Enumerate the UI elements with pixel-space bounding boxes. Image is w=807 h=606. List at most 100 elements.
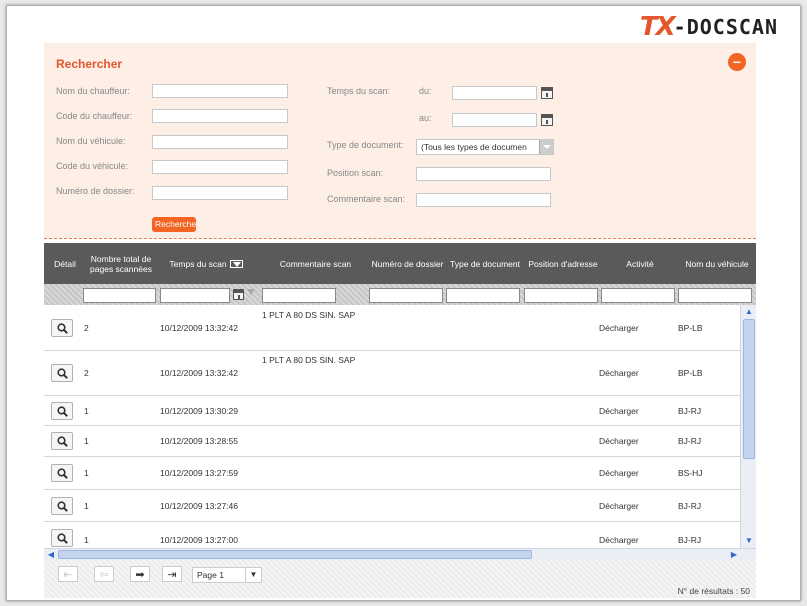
search-icon[interactable] (51, 464, 73, 482)
col-address[interactable]: Position d'adresse (524, 243, 602, 284)
filter-file-number[interactable] (369, 288, 443, 303)
cell-vehicle: BP-LB (678, 323, 703, 333)
vehicle-name-label: Nom du véhicule: (56, 136, 126, 146)
search-icon[interactable] (51, 319, 73, 337)
last-page-icon[interactable]: ⇥ (162, 566, 182, 582)
search-icon[interactable] (51, 364, 73, 382)
cell-activity: Décharger (599, 436, 639, 446)
date-to-input[interactable] (452, 113, 537, 127)
filter-vehicle[interactable] (678, 288, 752, 303)
filter-pages[interactable] (83, 288, 156, 303)
search-title: Rechercher (56, 57, 123, 71)
search-button[interactable]: Rechercher (152, 217, 196, 232)
cell-time: 10/12/2009 13:30:29 (160, 406, 238, 416)
filter-doc-type[interactable] (446, 288, 520, 303)
driver-name-input[interactable] (152, 84, 288, 98)
filter-icon[interactable] (247, 289, 255, 295)
cell-time: 10/12/2009 13:27:59 (160, 468, 238, 478)
search-icon[interactable] (51, 402, 73, 420)
previous-page-icon[interactable]: ⇦ (94, 566, 114, 582)
driver-code-label: Code du chauffeur: (56, 111, 133, 121)
tx-docscan-logo: TX -DOCSCAN (640, 14, 778, 40)
cell-activity: Décharger (599, 535, 639, 545)
table-row[interactable]: 1 10/12/2009 13:27:59 Décharger BS-HJ (44, 457, 740, 490)
cell-vehicle: BJ-RJ (678, 436, 702, 446)
table-row[interactable]: 2 10/12/2009 13:32:42 1 PLT A 80 DS SIN.… (44, 351, 740, 396)
scroll-down-icon[interactable]: ▼ (743, 535, 755, 547)
col-scan-time[interactable]: Temps du scan (160, 243, 252, 284)
horizontal-scrollbar[interactable]: ◀ ▶ (44, 548, 756, 560)
vehicle-code-input[interactable] (152, 160, 288, 174)
search-icon[interactable] (51, 432, 73, 450)
logo-tx: TX (639, 12, 676, 42)
calendar-icon[interactable] (541, 87, 553, 99)
logo-docscan: -DOCSCAN (673, 15, 778, 39)
calendar-icon[interactable] (541, 114, 553, 126)
cell-pages: 2 (84, 368, 89, 378)
table-row[interactable]: 1 10/12/2009 13:28:55 Décharger BJ-RJ (44, 426, 740, 457)
date-from-input[interactable] (452, 86, 537, 100)
cell-activity: Décharger (599, 323, 639, 333)
cell-pages: 1 (84, 535, 89, 545)
date-to-label: au: (419, 113, 432, 123)
cell-time: 10/12/2009 13:27:00 (160, 535, 238, 545)
scroll-right-icon[interactable]: ▶ (728, 549, 740, 560)
search-icon[interactable] (51, 529, 73, 547)
table-row[interactable]: 1 10/12/2009 13:27:46 Décharger BJ-RJ (44, 490, 740, 522)
cell-vehicle: BS-HJ (678, 468, 703, 478)
sort-desc-icon[interactable] (229, 259, 243, 268)
doc-type-select[interactable]: (Tous les types de documen (416, 139, 554, 155)
scan-position-input[interactable] (416, 167, 551, 181)
cell-pages: 1 (84, 406, 89, 416)
scan-comment-input[interactable] (416, 193, 551, 207)
scroll-up-icon[interactable]: ▲ (743, 306, 755, 318)
filter-activity[interactable] (601, 288, 675, 303)
col-detail[interactable]: Détail (46, 243, 84, 284)
calendar-icon[interactable] (233, 289, 244, 300)
next-page-icon[interactable]: ➡ (130, 566, 150, 582)
search-icon[interactable] (51, 497, 73, 515)
vehicle-code-label: Code du véhicule: (56, 161, 129, 171)
doc-type-label: Type de document: (327, 140, 404, 150)
search-panel: Rechercher − Nom du chauffeur: Code du c… (44, 43, 756, 239)
scan-position-label: Position scan: (327, 168, 384, 178)
driver-code-input[interactable] (152, 109, 288, 123)
horizontal-scroll-thumb[interactable] (58, 550, 532, 559)
cell-vehicle: BJ-RJ (678, 501, 702, 511)
filter-scan-time[interactable] (160, 288, 230, 303)
filter-comment[interactable] (262, 288, 336, 303)
chevron-down-icon[interactable]: ▼ (245, 568, 261, 582)
vertical-scroll-thumb[interactable] (743, 319, 755, 459)
driver-name-label: Nom du chauffeur: (56, 86, 130, 96)
results-count: N° de résultats : 50 (677, 586, 750, 596)
chevron-down-icon[interactable] (539, 140, 553, 154)
filter-row (44, 284, 756, 305)
pager: ⇤ ⇦ ➡ ⇥ Page 1 ▼ N° de résultats : 50 (44, 560, 756, 598)
first-page-icon[interactable]: ⇤ (58, 566, 78, 582)
col-activity[interactable]: Activité (602, 243, 678, 284)
cell-vehicle: BJ-RJ (678, 535, 702, 545)
file-number-input[interactable] (152, 186, 288, 200)
table-row[interactable]: 1 10/12/2009 13:27:00 Décharger BJ-RJ (44, 522, 740, 548)
table-row[interactable]: 1 10/12/2009 13:30:29 Décharger BJ-RJ (44, 396, 740, 426)
collapse-icon[interactable]: − (728, 53, 746, 71)
doc-type-value: (Tous les types de documen (421, 142, 527, 152)
cell-activity: Décharger (599, 406, 639, 416)
col-pages[interactable]: Nombre total de pages scannées (86, 243, 156, 284)
vertical-scrollbar[interactable]: ▲ ▼ (740, 305, 756, 548)
page-select[interactable]: Page 1 ▼ (192, 567, 262, 583)
table-row[interactable]: 2 10/12/2009 13:32:42 1 PLT A 80 DS SIN.… (44, 305, 740, 351)
col-file-number[interactable]: Numéro de dossier (369, 243, 446, 284)
col-comment[interactable]: Commentaire scan (263, 243, 368, 284)
col-vehicle[interactable]: Nom du véhicule (678, 243, 756, 284)
col-doc-type[interactable]: Type de document (446, 243, 524, 284)
vehicle-name-input[interactable] (152, 135, 288, 149)
cell-vehicle: BJ-RJ (678, 406, 702, 416)
scroll-left-icon[interactable]: ◀ (45, 549, 57, 560)
cell-pages: 1 (84, 468, 89, 478)
page-select-value: Page 1 (197, 570, 224, 580)
grid-header: Détail Nombre total de pages scannées Te… (44, 243, 756, 284)
cell-activity: Décharger (599, 368, 639, 378)
filter-address[interactable] (524, 288, 598, 303)
cell-comment: 1 PLT A 80 DS SIN. SAP (262, 310, 356, 320)
